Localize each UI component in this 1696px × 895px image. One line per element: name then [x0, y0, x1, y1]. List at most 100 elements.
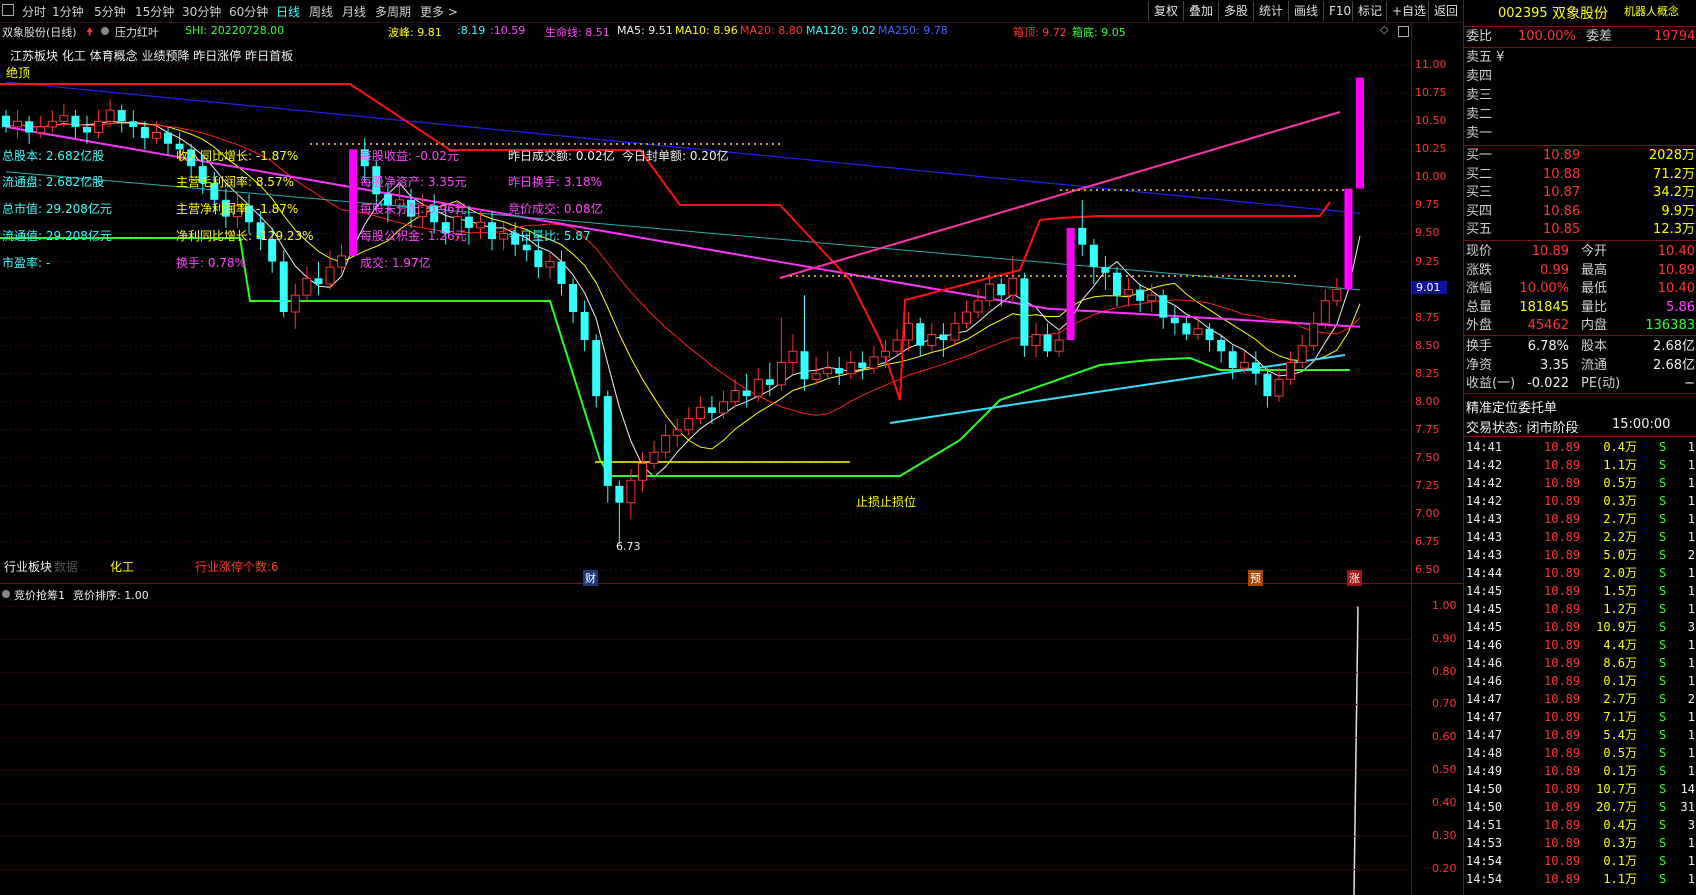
candle-body — [950, 322, 960, 341]
fund-capital-reserve: 每股公积金: 1.26元 — [360, 229, 467, 243]
candle-body — [1112, 272, 1121, 296]
candle-body — [776, 361, 786, 386]
quote-value: 10.00% — [1519, 281, 1569, 296]
draw-line-button[interactable]: 画线 — [1288, 1, 1323, 21]
quote-value-2: 10.40 — [1657, 244, 1695, 259]
period-tab-60min[interactable]: 60分钟 — [229, 3, 268, 20]
tick-side: S — [1659, 710, 1667, 724]
tick-row: 14:51 10.89 0.4万 S 3 — [1464, 816, 1696, 834]
price-axis-label: 10.50 — [1415, 114, 1447, 128]
candle-body — [869, 356, 879, 369]
candle-body — [117, 110, 126, 122]
period-tab-fenshi[interactable]: 分时 — [22, 3, 46, 20]
candle-body — [1344, 188, 1353, 290]
tick-volume: 5.4万 — [1603, 728, 1637, 742]
tick-row: 14:44 10.89 2.0万 S 1 — [1464, 564, 1696, 582]
period-tab-weekly[interactable]: 周线 — [309, 3, 333, 20]
stats-value-2: 2.68亿 — [1653, 339, 1695, 354]
quote-label: 涨跌 — [1466, 262, 1493, 278]
sell-level-row[interactable]: 卖五 ¥ — [1464, 49, 1696, 67]
tick-volume: 0.5万 — [1603, 746, 1637, 760]
diamond-icon[interactable]: ◇ — [1380, 23, 1388, 36]
sell-level-row[interactable]: 卖三 — [1464, 87, 1696, 105]
candle-body — [522, 244, 531, 251]
stats-value-2: − — [1684, 376, 1695, 391]
sell-level-row[interactable]: 卖四 — [1464, 68, 1696, 86]
buy-level-row[interactable]: 买五 10.85 12.3万 — [1464, 221, 1696, 239]
candle-body — [279, 261, 288, 312]
weicha-label: 委差 — [1586, 29, 1613, 44]
stop-loss-label: 止损止损位 — [856, 495, 917, 509]
period-tab-5min[interactable]: 5分钟 — [94, 3, 126, 20]
candle-body — [71, 115, 80, 127]
mark-button[interactable]: 标记 — [1352, 1, 1387, 21]
overlay-button[interactable]: 叠加 — [1183, 1, 1218, 21]
buy-level-volume: 12.3万 — [1653, 222, 1695, 237]
buy-level-row[interactable]: 买一 10.89 2028万 — [1464, 147, 1696, 165]
sell-level-row[interactable]: 卖一 — [1464, 125, 1696, 143]
quote-row: 外盘 45462 内盘 136383 — [1464, 317, 1696, 335]
period-tab-multi[interactable]: 多周期 — [375, 3, 411, 20]
stats-button[interactable]: 统计 — [1253, 1, 1288, 21]
buy-level-volume: 2028万 — [1648, 148, 1695, 163]
tick-time: 14:47 — [1466, 692, 1503, 706]
add-watchlist-button[interactable]: +自选 — [1386, 1, 1431, 21]
tick-count: 3 — [1687, 818, 1695, 832]
tick-side: S — [1659, 530, 1667, 544]
menu-icon[interactable] — [2, 4, 14, 16]
settings-dot-icon[interactable] — [101, 27, 109, 35]
stats-value: 6.78% — [1527, 339, 1569, 354]
pressure-label[interactable]: 压力红叶 — [115, 24, 159, 40]
tick-volume: 0.3万 — [1603, 836, 1637, 850]
fund-market-cap: 总市值: 29.208亿元 — [2, 202, 112, 216]
order-title[interactable]: 精准定位委托单 — [1466, 397, 1557, 416]
sell-level-label: 卖二 — [1466, 107, 1493, 122]
limit-count-label: 行业涨停个数:6 — [195, 560, 279, 574]
tick-price: 10.89 — [1544, 710, 1581, 724]
tick-count: 1 — [1687, 566, 1695, 580]
tick-count: 1 — [1687, 458, 1695, 472]
candle-body — [719, 401, 729, 414]
back-button[interactable]: 返回 — [1428, 1, 1463, 21]
tick-side: S — [1659, 494, 1667, 508]
price-axis-label: 10.75 — [1415, 86, 1447, 100]
period-tab-15min[interactable]: 15分钟 — [135, 3, 174, 20]
candle-body — [534, 250, 543, 268]
period-tab-30min[interactable]: 30分钟 — [182, 3, 221, 20]
buy-level-row[interactable]: 买二 10.88 71.2万 — [1464, 166, 1696, 184]
candle-body — [1147, 294, 1157, 302]
tick-time: 14:45 — [1466, 584, 1503, 598]
tick-price: 10.89 — [1544, 746, 1581, 760]
fuquan-button[interactable]: 复权 — [1148, 1, 1183, 21]
tick-count: 1 — [1687, 476, 1695, 490]
candle-body — [1309, 322, 1319, 347]
quote-label-2: 内盘 — [1581, 318, 1608, 333]
candle-body — [1217, 340, 1226, 352]
candle-body — [164, 132, 173, 144]
candle-body — [592, 340, 601, 397]
candlestick-chart[interactable] — [0, 40, 1412, 585]
buy-level-row[interactable]: 买三 10.87 34.2万 — [1464, 184, 1696, 202]
sector-label[interactable]: 行业板块 — [4, 558, 52, 575]
fund-float-cap: 流通值: 29.208亿元 — [2, 229, 112, 243]
candle-body — [892, 339, 902, 352]
tick-row: 14:43 10.89 2.7万 S 1 — [1464, 510, 1696, 528]
quote-label: 现价 — [1466, 244, 1493, 259]
period-tab-more[interactable]: 更多 > — [420, 3, 458, 20]
candle-body — [695, 406, 705, 420]
indicator-info-line: 双象股份(日线) 🠝 压力红叶 SHI: 20220728.00 波峰: 9.8… — [0, 22, 1412, 40]
tick-time: 14:49 — [1466, 764, 1503, 778]
sell-level-row[interactable]: 卖二 — [1464, 106, 1696, 124]
period-tab-monthly[interactable]: 月线 — [342, 3, 366, 20]
window-icon[interactable] — [1398, 26, 1409, 37]
sub-axis-label: 1.00 — [1432, 599, 1457, 612]
tick-price: 10.89 — [1544, 620, 1581, 634]
tick-time: 14:50 — [1466, 782, 1503, 796]
sub-axis-label: 0.80 — [1432, 664, 1457, 678]
multi-stock-button[interactable]: 多股 — [1218, 1, 1253, 21]
period-tab-daily[interactable]: 日线 — [276, 3, 300, 20]
buy-level-row[interactable]: 买四 10.86 9.9万 — [1464, 203, 1696, 221]
tick-price: 10.89 — [1544, 476, 1581, 490]
period-tab-1min[interactable]: 1分钟 — [52, 3, 84, 20]
price-axis-label: 11.00 — [1415, 58, 1447, 72]
